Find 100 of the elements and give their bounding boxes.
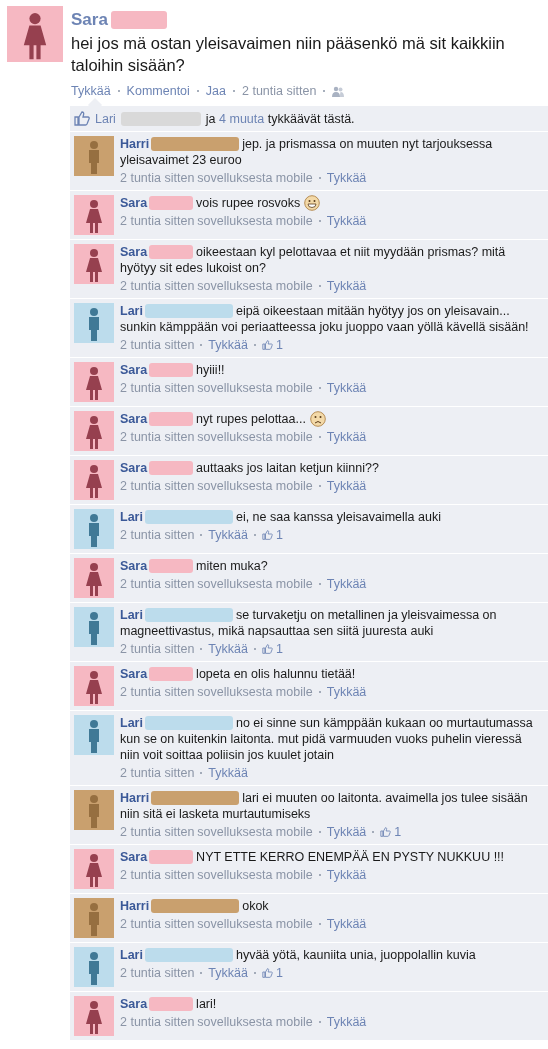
like-link[interactable]: Tykkää xyxy=(326,916,367,932)
comment-text: Sara lari! xyxy=(120,996,218,1012)
like-icon xyxy=(261,644,273,654)
timestamp: 2 tuntia sitten xyxy=(120,867,195,883)
like-link[interactable]: Tykkää xyxy=(326,867,367,883)
like-count[interactable]: 1 xyxy=(275,337,283,353)
grin-emoticon-icon xyxy=(304,195,321,211)
author-name[interactable]: Sara xyxy=(120,196,148,210)
redaction-bar xyxy=(149,245,194,259)
author-name[interactable]: Harri xyxy=(120,791,150,805)
comment-text: Lari ei, ne saa kanssa yleisavaimella auki xyxy=(120,509,442,525)
like-count[interactable]: 1 xyxy=(394,824,402,840)
comment-text: Sara lopeta en olis halunnu tietää! xyxy=(120,666,357,682)
author-name[interactable]: Sara xyxy=(120,245,148,259)
post-text: hei jos mä ostan yleisavaimen niin pääsenkö mä sit kaikkiin taloihin sisään? xyxy=(71,33,506,76)
comment-text: Sara NYT ETTE KERRO ENEMPÄÄ EN PYSTY NUKKUU !!! xyxy=(120,849,506,865)
action-link[interactable]: Tykkää xyxy=(71,84,111,98)
timestamp: 2 tuntia sitten xyxy=(242,84,317,98)
author-name[interactable]: Sara xyxy=(120,412,148,426)
redaction-bar xyxy=(110,11,167,29)
like-link[interactable]: Tykkää xyxy=(326,429,367,445)
like-link[interactable]: Tykkää xyxy=(208,765,248,781)
author-name[interactable]: Sara xyxy=(120,363,148,377)
author-name[interactable]: Sara xyxy=(120,667,148,681)
source-text: sovelluksesta mobile xyxy=(197,1014,313,1030)
author-name[interactable]: Harri xyxy=(120,137,150,151)
comment-text: Harri jep. ja prismassa on muuten nyt tarjouksessa yleisavaimet 23 euroo xyxy=(120,136,494,168)
source-text: sovelluksesta mobile xyxy=(197,278,313,294)
source-text: sovelluksesta mobile xyxy=(197,478,313,494)
timestamp: 2 tuntia sitten xyxy=(120,916,195,932)
redaction-bar xyxy=(149,997,194,1011)
like-icon xyxy=(261,530,273,540)
author-name[interactable]: Sara xyxy=(120,559,148,573)
timestamp: 2 tuntia sitten xyxy=(120,527,195,543)
author-name[interactable]: Harri xyxy=(120,899,150,913)
like-link[interactable]: Tykkää xyxy=(208,641,248,657)
author-name[interactable]: Lari xyxy=(120,608,143,622)
timestamp: 2 tuntia sitten xyxy=(120,429,195,445)
like-icon xyxy=(261,340,273,350)
like-link[interactable]: Tykkää xyxy=(326,278,367,294)
liker-name[interactable]: Lari xyxy=(95,111,116,126)
like-icon xyxy=(380,827,392,837)
like-count[interactable]: 1 xyxy=(275,965,283,981)
redaction-bar xyxy=(149,559,194,573)
timestamp: 2 tuntia sitten xyxy=(120,170,195,186)
comment-text: Lari se turvaketju on metallinen ja yleisvaimessa on magneettivastus, mikä napsauttaa sen siitä juuresta auki xyxy=(120,607,498,639)
redaction-bar xyxy=(149,461,194,475)
source-text: sovelluksesta mobile xyxy=(197,684,313,700)
action-link[interactable]: Jaa xyxy=(205,84,226,98)
timestamp: 2 tuntia sitten xyxy=(120,576,195,592)
source-text: sovelluksesta mobile xyxy=(197,213,313,229)
comment-text: Sara auttaaks jos laitan ketjun kiinni?? xyxy=(120,460,380,476)
author-name[interactable]: Sara xyxy=(120,461,148,475)
source-text: sovelluksesta mobile xyxy=(197,380,313,396)
like-link[interactable]: Tykkää xyxy=(326,478,367,494)
author-name[interactable]: Lari xyxy=(120,716,143,730)
source-text: sovelluksesta mobile xyxy=(197,824,313,840)
like-link[interactable]: Tykkää xyxy=(208,527,248,543)
timestamp: 2 tuntia sitten xyxy=(120,684,195,700)
people-icon xyxy=(332,85,345,97)
timestamp: 2 tuntia sitten xyxy=(120,478,195,494)
others-link[interactable]: 4 muuta xyxy=(219,111,265,126)
source-text: sovelluksesta mobile xyxy=(197,867,313,883)
author-name[interactable]: Sara xyxy=(120,997,148,1011)
action-link[interactable]: Kommentoi xyxy=(126,84,190,98)
redaction-bar xyxy=(149,412,194,426)
likes-text: ja 4 muuta tykkäävät tästä. xyxy=(205,111,355,126)
source-text: sovelluksesta mobile xyxy=(197,576,313,592)
like-link[interactable]: Tykkää xyxy=(208,337,248,353)
like-link[interactable]: Tykkää xyxy=(326,576,367,592)
timestamp: 2 tuntia sitten xyxy=(120,965,195,981)
like-link[interactable]: Tykkää xyxy=(326,684,367,700)
timestamp: 2 tuntia sitten xyxy=(120,337,195,353)
like-link[interactable]: Tykkää xyxy=(326,380,367,396)
timestamp: 2 tuntia sitten xyxy=(120,641,195,657)
redaction-bar xyxy=(149,196,194,210)
comment-text: Sara oikeestaan kyl pelottavaa et niit myydään prismas? mitä hyötyy sit edes lukoist on? xyxy=(120,244,507,276)
like-link[interactable]: Tykkää xyxy=(326,213,367,229)
like-link[interactable]: Tykkää xyxy=(208,965,248,981)
timestamp: 2 tuntia sitten xyxy=(120,1014,195,1030)
comment-text: Lari no ei sinne sun kämppään kukaan oo murtautumassa kun se on kuitenkin laitonta. mut pidä varmuuden vuoks puhelin vieressä niin voit soittaa poliisin jos kuulet jotain xyxy=(120,715,534,763)
source-text: sovelluksesta mobile xyxy=(197,429,313,445)
like-link[interactable]: Tykkää xyxy=(326,170,367,186)
author-name[interactable]: Sara xyxy=(120,850,148,864)
author-name[interactable]: Lari xyxy=(120,510,143,524)
author-name[interactable]: Lari xyxy=(120,304,143,318)
like-count[interactable]: 1 xyxy=(275,527,283,543)
source-text: sovelluksesta mobile xyxy=(197,170,313,186)
author-name[interactable]: Lari xyxy=(120,948,143,962)
comment-text: Harri lari ei muuten oo laitonta. avaimella jos tulee sisään niin sitä ei lasketa murtautumiseks xyxy=(120,790,529,822)
comment-text: Lari eipä oikeestaan mitään hyötyy jos on yleisavain... sunkin kämppään voi periaatteessa joku juoppo vaan yöllä kävellä sisään! xyxy=(120,303,530,335)
like-link[interactable]: Tykkää xyxy=(326,1014,367,1030)
redaction-bar xyxy=(149,667,194,681)
author-name[interactable]: Sara xyxy=(71,10,108,30)
comment-text: Lari hyvää yötä, kauniita unia, juoppolallin kuvia xyxy=(120,947,477,963)
comment-text: Sara nyt rupes pelottaa... xyxy=(120,411,544,427)
like-count[interactable]: 1 xyxy=(275,641,283,657)
like-icon xyxy=(74,111,90,126)
timestamp: 2 tuntia sitten xyxy=(120,380,195,396)
like-link[interactable]: Tykkää xyxy=(326,824,367,840)
